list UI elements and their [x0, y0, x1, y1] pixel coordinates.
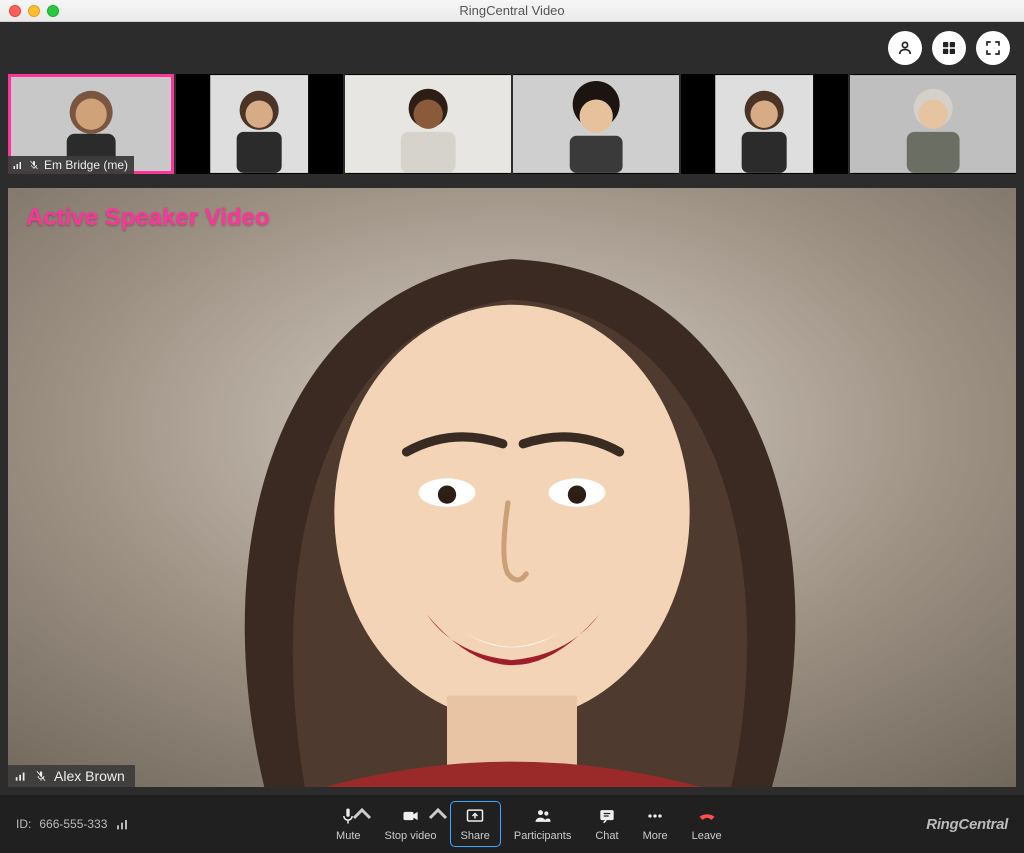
avatar-placeholder: [345, 74, 511, 174]
chevron-up-icon: [351, 804, 373, 824]
grid-icon: [940, 39, 958, 57]
mic-muted-icon: [28, 159, 40, 171]
stop-video-label: Stop video: [385, 830, 437, 842]
chat-icon: [596, 806, 618, 826]
chat-label: Chat: [595, 830, 618, 842]
traffic-lights: [9, 5, 59, 17]
active-speaker-name: Alex Brown: [54, 768, 125, 784]
participant-name: Em Bridge (me): [44, 158, 128, 172]
fullscreen-icon: [984, 39, 1002, 57]
leave-button[interactable]: Leave: [682, 802, 732, 846]
gallery-view-button[interactable]: [932, 31, 966, 65]
participants-label: Participants: [514, 830, 571, 842]
participant-tile-me[interactable]: Em Bridge (me): [8, 74, 174, 174]
mic-muted-icon: [34, 769, 48, 783]
participants-filmstrip: Em Bridge (me): [0, 74, 1024, 174]
participant-tile[interactable]: [681, 74, 847, 174]
participants-button[interactable]: Participants: [504, 802, 581, 846]
stop-video-button[interactable]: Stop video: [375, 802, 447, 846]
active-speaker-label: Alex Brown: [8, 765, 135, 787]
chevron-up-icon: [427, 804, 449, 824]
avatar-placeholder: [176, 74, 342, 174]
share-label: Share: [461, 830, 490, 842]
avatar-placeholder: [513, 74, 679, 174]
participant-tile[interactable]: [345, 74, 511, 174]
participant-tile[interactable]: [513, 74, 679, 174]
signal-icon: [115, 816, 131, 832]
avatar-placeholder: [681, 74, 847, 174]
fullscreen-button[interactable]: [976, 31, 1010, 65]
mute-button[interactable]: Mute: [326, 802, 370, 846]
meeting-id-label: ID:: [16, 817, 31, 831]
people-icon: [532, 806, 554, 826]
signal-icon: [12, 159, 24, 171]
meeting-id-block: ID: 666-555-333: [16, 816, 131, 832]
active-speaker-video: [8, 188, 1016, 787]
stage-title-overlay: Active Speaker Video: [26, 204, 270, 232]
close-window-button[interactable]: [9, 5, 21, 17]
active-speaker-stage: Active Speaker Video Alex Brown: [8, 188, 1016, 787]
mute-label: Mute: [336, 830, 360, 842]
participant-label: Em Bridge (me): [8, 156, 134, 174]
window-titlebar: RingCentral Video: [0, 0, 1024, 22]
leave-label: Leave: [692, 830, 722, 842]
camera-icon: [400, 806, 422, 826]
signal-icon: [14, 769, 28, 783]
separator: [0, 174, 1024, 188]
avatar-placeholder: [850, 74, 1016, 174]
minimize-window-button[interactable]: [28, 5, 40, 17]
participant-tile[interactable]: [176, 74, 342, 174]
meeting-toolbar: ID: 666-555-333 Mute Stop video Share Pa…: [0, 795, 1024, 853]
toolbar-center: Mute Stop video Share Participants Chat …: [131, 802, 926, 846]
zoom-window-button[interactable]: [47, 5, 59, 17]
more-icon: [644, 806, 666, 826]
participant-tile[interactable]: [850, 74, 1016, 174]
brand-logo: RingCentral: [926, 816, 1008, 833]
chat-button[interactable]: Chat: [585, 802, 628, 846]
share-button[interactable]: Share: [451, 802, 500, 846]
person-icon: [896, 39, 914, 57]
share-screen-icon: [464, 806, 486, 826]
speaker-view-button[interactable]: [888, 31, 922, 65]
top-actions-bar: [0, 22, 1024, 74]
more-button[interactable]: More: [633, 802, 678, 846]
meeting-id-value: 666-555-333: [39, 817, 107, 831]
more-label: More: [643, 830, 668, 842]
hangup-icon: [696, 806, 718, 826]
window-title: RingCentral Video: [0, 3, 1024, 18]
